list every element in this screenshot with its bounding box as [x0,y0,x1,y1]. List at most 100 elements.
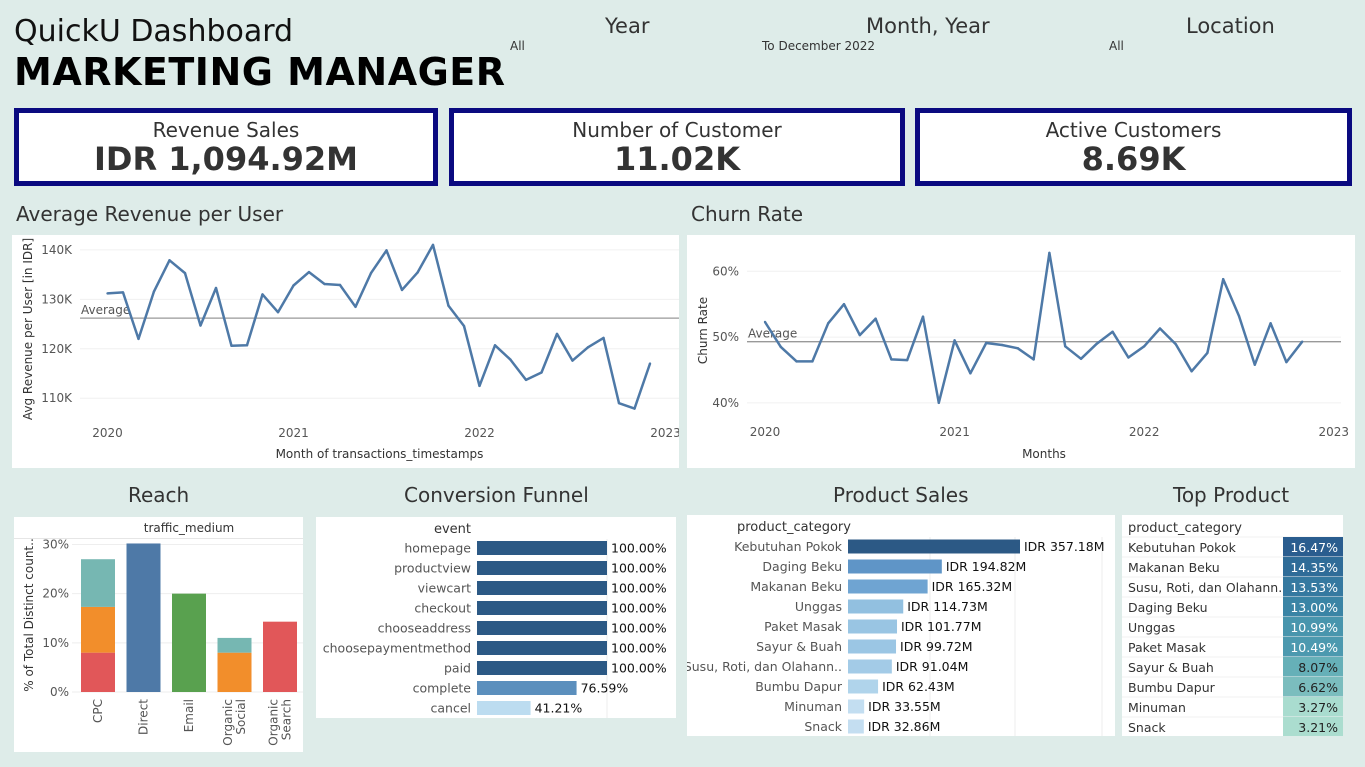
bar-segment [126,543,161,692]
value-label: IDR 99.72M [900,639,973,654]
data-point [874,317,877,320]
value-label: 3.27% [1298,700,1338,715]
value-label: IDR 194.82M [946,559,1027,574]
x-tick-label: 2020 [92,426,123,440]
data-point [462,324,466,328]
value-label: 100.00% [611,541,667,556]
bar [477,681,577,695]
data-point [1285,360,1288,364]
bar [848,699,865,714]
value-label: 100.00% [611,581,667,596]
y-tick-label: 20% [42,587,69,601]
data-point [602,336,605,340]
value-label: 76.59% [581,681,629,696]
data-point [338,283,342,287]
kpi-label: Active Customers [1045,118,1222,142]
category-label: Minuman [784,699,842,714]
data-point [292,284,295,287]
category-label: Paket Masak [1128,640,1207,655]
category-label: viewcart [418,581,471,596]
x-tick-label: 2023 [1319,425,1350,439]
x-tick-label: Email [182,699,196,732]
filter-year-value[interactable]: All [510,39,525,53]
x-tick-label: 2022 [1129,425,1160,439]
churn-chart-title: Churn Rate [691,202,804,226]
category-label: chooseaddress [378,621,471,636]
churn-chart-panel: 40% 50% 60% 2020 2021 2022 2023 Months Churn Rat… [687,235,1355,468]
category-label: productview [394,561,471,576]
data-point [1032,358,1035,361]
data-point [969,372,972,375]
x-tick-label: 2021 [278,426,309,440]
category-label: Daging Beku [1128,600,1208,615]
x-tick-label: 2023 [650,426,679,440]
data-point [555,332,559,336]
funnel-chart-title: Conversion Funnel [404,483,589,507]
data-point [827,322,830,325]
bar [848,579,928,594]
data-point [586,346,590,349]
series-line [763,251,1304,405]
x-tick-label: 2020 [750,425,781,439]
value-label: 6.62% [1298,680,1338,695]
funnel-chart-panel: event homepage 100.00% productview 100.00% vi… [316,517,676,718]
bar-segment [217,652,252,692]
series-line [107,243,652,410]
product-sales-bar-chart: product_category Kebutuhan Pokok IDR 357.1… [684,520,1105,736]
data-point [937,401,940,405]
data-point [648,362,652,365]
top-product-panel: product_category Kebutuhan Pokok 16.47% Mak… [1122,515,1343,737]
data-point [1095,342,1098,345]
value-label: IDR 91.04M [896,659,969,674]
data-point [1237,314,1241,318]
filter-month-year-value[interactable]: To December 2022 [762,39,875,53]
data-point [230,344,233,348]
y-tick-label: 120K [41,342,73,356]
data-point [763,320,767,324]
bar-segment [81,606,115,653]
value-label: IDR 114.73M [907,599,988,614]
value-label: 13.00% [1290,600,1338,615]
x-tick-label: Social [234,699,248,735]
category-label: Kebutuhan Pokok [1128,540,1237,555]
bar [848,559,942,574]
data-point [261,293,264,296]
data-point [1206,351,1209,355]
filter-month-year-label: Month, Year [866,14,990,38]
arpu-line-chart: 110K 120K 130K 140K 2020 2021 2022 2023 Month of… [21,238,681,461]
reach-chart-title: Reach [128,483,190,507]
reach-header: traffic_medium [144,521,235,535]
value-label: 100.00% [611,621,667,636]
data-point [400,288,404,292]
bar [848,539,1020,554]
bar-segment [172,593,206,692]
data-point [214,286,218,290]
category-label: complete [413,681,472,696]
data-point [985,341,988,345]
data-point [617,401,621,405]
x-tick-label: Search [280,699,294,740]
data-point [478,384,481,388]
bar [848,659,892,674]
kpi-value: IDR 1,094.92M [94,140,358,178]
data-point [1301,340,1304,343]
data-point [953,339,956,342]
bar [477,621,607,635]
filter-location-value[interactable]: All [1109,39,1124,53]
product-sales-chart-panel: product_category Kebutuhan Pokok IDR 357.1… [684,515,1115,736]
data-point [633,407,636,410]
bar-segment [263,621,297,692]
product-sales-chart-title: Product Sales [833,483,969,507]
kpi-label: Revenue Sales [152,118,300,142]
value-label: IDR 165.32M [932,579,1013,594]
data-point [540,371,543,374]
category-label: Sayur & Buah [1128,660,1214,675]
value-label: 100.00% [611,641,667,656]
data-point [276,310,280,314]
x-axis-title: Month of transactions_timestamps [276,447,484,461]
category-label: Susu, Roti, dan Olahann.. [1128,580,1286,595]
data-point [858,333,861,337]
data-point [1158,327,1162,330]
data-point [524,378,528,382]
x-tick-label: Organic [221,699,235,746]
